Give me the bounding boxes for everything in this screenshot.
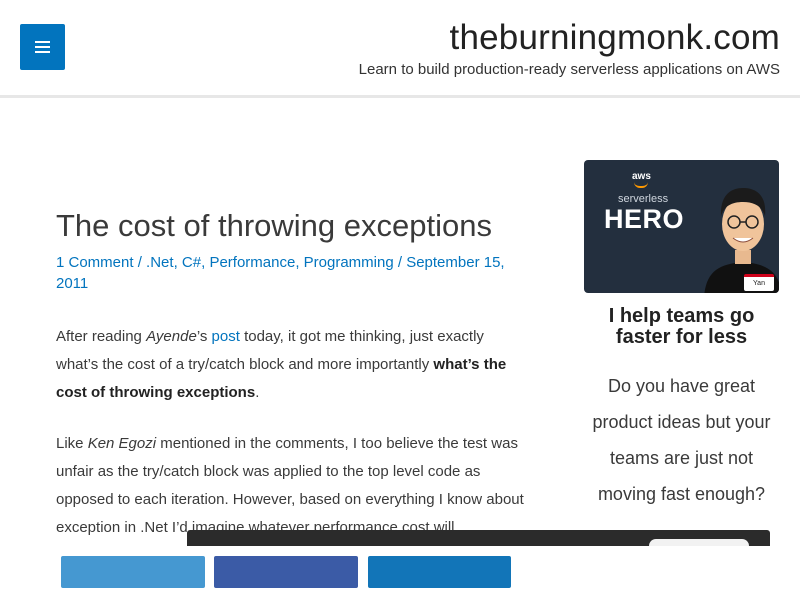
sidebar-headline: I help teams go faster for less xyxy=(608,305,755,348)
hero-word: HERO xyxy=(604,204,685,234)
post-meta: 1 Comment / .Net, C#, Performance, Progr… xyxy=(56,254,505,292)
hamburger-icon xyxy=(35,41,50,56)
aws-smile-icon xyxy=(634,182,648,188)
menu-toggle-button[interactable] xyxy=(20,24,65,70)
aws-logo: aws xyxy=(632,171,651,182)
category-link-csharp[interactable]: C# xyxy=(182,254,201,271)
author-name: Ayende xyxy=(146,328,197,345)
category-link-net[interactable]: .Net xyxy=(146,254,174,271)
name-badge: Yan xyxy=(744,274,774,291)
post-link[interactable]: post xyxy=(212,328,240,345)
post-title: The cost of throwing exceptions xyxy=(56,208,492,243)
share-facebook-button[interactable] xyxy=(214,556,358,588)
page: theburningmonk.com Learn to build produc… xyxy=(0,0,800,600)
site-title[interactable]: theburningmonk.com xyxy=(450,18,780,58)
paragraph-2: Like Ken Egozi mentioned in the comments… xyxy=(56,435,524,536)
category-link-performance[interactable]: Performance xyxy=(209,254,295,271)
share-bar xyxy=(0,546,800,600)
share-linkedin-button[interactable] xyxy=(368,556,511,588)
site-header: theburningmonk.com Learn to build produc… xyxy=(0,0,800,98)
paragraph-1: After reading Ayende’s post today, it go… xyxy=(56,328,507,401)
site-tagline: Learn to build production-ready serverle… xyxy=(358,61,780,78)
comments-link[interactable]: 1 Comment xyxy=(56,254,134,271)
commenter-name: Ken Egozi xyxy=(87,435,157,452)
serverless-hero-image[interactable]: aws serverless HERO Yan xyxy=(584,160,779,293)
post-body: After reading Ayende’s post today, it go… xyxy=(56,323,526,565)
share-twitter-button[interactable] xyxy=(61,556,205,588)
sidebar-text-main: Do you have great product ideas but your… xyxy=(592,376,771,504)
category-link-programming[interactable]: Programming xyxy=(304,254,394,271)
